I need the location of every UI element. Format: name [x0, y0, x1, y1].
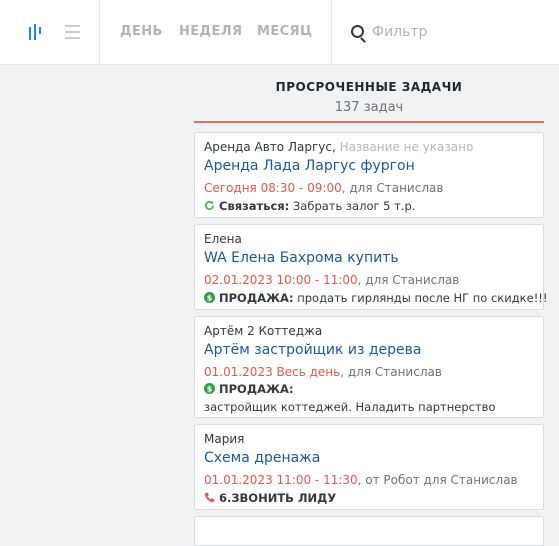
column-title: ПРОСРОЧЕННЫЕ ЗАДАЧИ — [275, 80, 463, 94]
task-type-label: Связаться: — [219, 199, 290, 213]
dollar-icon: $ — [204, 383, 215, 394]
task-date: 01.01.2023 11:00 - 11:30, от Робот для С… — [204, 473, 518, 487]
task-card[interactable]: Елена WA Елена Бахрома купить 02.01.2023… — [194, 224, 548, 310]
task-action-text: Забрать залог 5 т.р. — [289, 199, 416, 213]
task-due-date: 02.01.2023 10:00 - 11:00 — [204, 273, 358, 287]
view-switcher — [0, 0, 100, 64]
task-owner: , от Робот для Станислав — [357, 473, 518, 487]
search-input[interactable] — [372, 20, 552, 44]
task-action-text: застройщик коттеджей. Наладить партнерст… — [204, 400, 496, 414]
task-title[interactable]: Схема дренажа — [204, 450, 320, 466]
task-company: Название не указано — [339, 140, 474, 154]
task-owner: , для Станислав — [341, 181, 444, 195]
task-type-label: 6.ЗВОНИТЬ ЛИДУ — [219, 491, 337, 505]
task-due-date: 01.01.2023 Весь день — [204, 365, 341, 379]
task-type-label: ПРОДАЖА: — [219, 382, 294, 396]
refresh-icon — [205, 200, 214, 210]
period-tabs: ДЕНЬ НЕДЕЛЯ МЕСЯЦ — [100, 0, 332, 64]
column-count: 137 задач — [334, 100, 404, 115]
overdue-column-header: ПРОСРОЧЕННЫЕ ЗАДАЧИ 137 задач — [194, 65, 544, 123]
tab-day[interactable]: ДЕНЬ — [120, 24, 163, 39]
top-toolbar: ДЕНЬ НЕДЕЛЯ МЕСЯЦ — [0, 0, 559, 65]
task-card[interactable]: Аренда Авто Ларгус, Название не указано … — [194, 132, 544, 218]
task-due-date: 01.01.2023 11:00 - 11:30 — [204, 473, 358, 487]
task-due-date: Сегодня 08:30 - 09:00 — [204, 181, 342, 195]
task-card[interactable]: Артём 2 Коттеджа Артём застройщик из дер… — [194, 316, 544, 418]
task-contact: Мария — [204, 432, 245, 446]
pipeline-view-icon[interactable] — [29, 24, 47, 41]
search-icon[interactable] — [351, 25, 364, 38]
tab-week[interactable]: НЕДЕЛЯ — [179, 24, 242, 39]
task-title[interactable]: WA Елена Бахрома купить — [204, 250, 399, 266]
svg-text:$: $ — [207, 384, 213, 394]
task-action: $ ПРОДАЖА: продать гирлянды после НГ по … — [204, 291, 548, 305]
task-card[interactable] — [194, 516, 544, 546]
task-type-label: ПРОДАЖА: — [219, 291, 294, 305]
task-title[interactable]: Аренда Лада Ларгус фургон — [204, 158, 415, 174]
task-owner: , для Станислав — [357, 273, 460, 287]
task-title[interactable]: Артём застройщик из дерева — [204, 342, 421, 358]
task-owner: , для Станислав — [340, 365, 442, 379]
task-card[interactable]: Мария Схема дренажа 01.01.2023 11:00 - 1… — [194, 424, 544, 510]
tab-month[interactable]: МЕСЯЦ — [257, 24, 312, 39]
task-date: 01.01.2023 Весь день, для Станислав — [204, 365, 442, 379]
task-contact: Артём 2 Коттеджа — [204, 324, 323, 338]
task-date: 02.01.2023 10:00 - 11:00, для Станислав — [204, 273, 459, 287]
task-action: 6.ЗВОНИТЬ ЛИДУ — [204, 491, 336, 505]
search-box — [332, 0, 559, 64]
task-action: $ ПРОДАЖА: — [204, 382, 294, 396]
task-contact: Елена — [204, 232, 242, 246]
task-action: Связаться: Забрать залог 5 т.р. — [204, 199, 415, 213]
task-action-text: продать гирлянды после НГ по скидке!!! — [293, 291, 548, 305]
phone-icon — [204, 492, 215, 503]
svg-text:$: $ — [207, 293, 213, 303]
dollar-icon: $ — [204, 292, 215, 303]
task-contact: Аренда Авто Ларгус, Название не указано — [204, 140, 474, 154]
task-date: Сегодня 08:30 - 09:00, для Станислав — [204, 181, 443, 195]
list-view-icon[interactable] — [65, 25, 80, 39]
